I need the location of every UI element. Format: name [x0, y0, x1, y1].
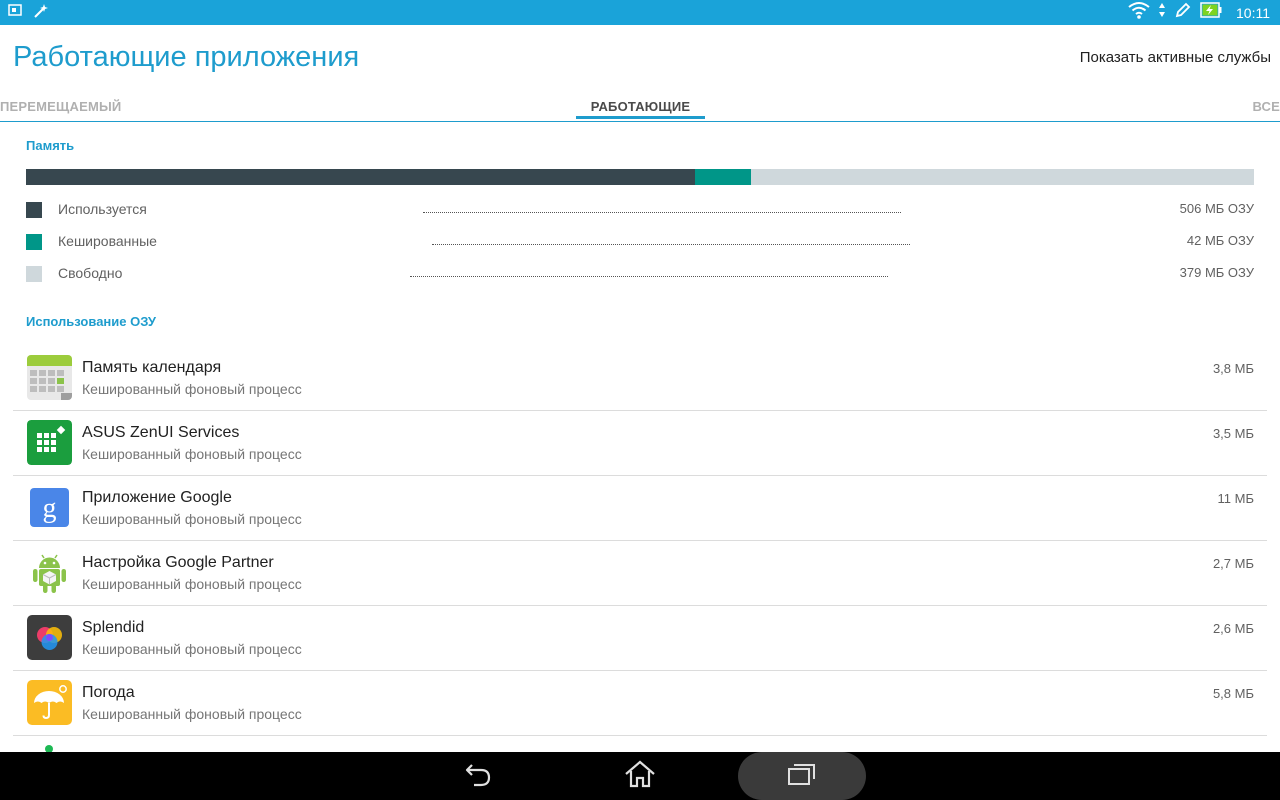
tab-active-indicator	[576, 116, 705, 119]
app-size: 2,6 МБ	[1212, 621, 1254, 636]
list-item[interactable]: ASUS ZenUI Services Кешированный фоновый…	[13, 411, 1267, 476]
app-status: Кешированный фоновый процесс	[82, 641, 302, 657]
list-item[interactable]: g Приложение Google Кешированный фоновый…	[13, 476, 1267, 541]
splendid-icon	[27, 615, 72, 660]
app-list: Память календаря Кешированный фоновый пр…	[13, 346, 1267, 736]
app-status: Кешированный фоновый процесс	[82, 446, 302, 462]
legend-label: Свободно	[58, 265, 123, 281]
legend-used: Используется 506 МБ ОЗУ	[26, 199, 1254, 219]
app-name: Splendid	[82, 619, 145, 636]
memory-bar-cached	[695, 169, 751, 185]
app-name: ASUS ZenUI Services	[82, 424, 240, 441]
page-title: Работающие приложения	[13, 41, 360, 73]
pen-icon	[1174, 1, 1192, 24]
battery-charging-icon	[1200, 2, 1222, 23]
google-app-icon: g	[27, 485, 72, 530]
list-item[interactable]: Погода Кешированный фоновый процесс 5,8 …	[13, 671, 1267, 736]
app-size: 11 МБ	[1217, 491, 1254, 506]
legend-value: 42 МБ ОЗУ	[1186, 233, 1254, 248]
home-icon	[624, 760, 656, 793]
memory-bar-used	[26, 169, 696, 185]
weather-umbrella-icon	[27, 680, 72, 725]
legend-dots	[410, 276, 888, 277]
app-name: Погода	[82, 684, 135, 701]
legend-label: Кешированные	[58, 233, 157, 249]
legend-swatch-cached	[26, 234, 42, 250]
show-active-services-button[interactable]: Показать активные службы	[1080, 49, 1271, 66]
legend-value: 506 МБ ОЗУ	[1179, 201, 1254, 216]
android-partner-icon	[27, 550, 72, 595]
legend-cached: Кешированные 42 МБ ОЗУ	[26, 231, 1254, 251]
app-status: Кешированный фоновый процесс	[82, 511, 302, 527]
app-size: 3,5 МБ	[1212, 426, 1254, 441]
memory-section-title: Память	[26, 138, 75, 153]
app-name: Настройка Google Partner	[82, 554, 274, 571]
tab-all[interactable]: ВСЕ	[1252, 99, 1280, 114]
list-item[interactable]: Память календаря Кешированный фоновый пр…	[13, 346, 1267, 411]
legend-label: Используется	[58, 201, 147, 217]
status-time: 10:11	[1236, 4, 1270, 21]
recent-apps-icon	[787, 762, 817, 791]
legend-dots	[423, 212, 901, 213]
back-button[interactable]	[438, 752, 518, 800]
app-status: Кешированный фоновый процесс	[82, 381, 302, 397]
list-item[interactable]: Splendid Кешированный фоновый процесс 2,…	[13, 606, 1267, 671]
zenui-services-icon	[27, 420, 72, 465]
legend-value: 379 МБ ОЗУ	[1179, 265, 1254, 280]
app-name: Приложение Google	[82, 489, 232, 506]
title-bar: Работающие приложения Показать активные …	[0, 25, 1280, 95]
legend-free: Свободно 379 МБ ОЗУ	[26, 263, 1254, 283]
data-arrows-icon	[1158, 2, 1166, 23]
magic-wand-icon	[32, 3, 48, 24]
list-item[interactable]: Настройка Google Partner Кешированный фо…	[13, 541, 1267, 606]
ram-usage-section-title: Использование ОЗУ	[26, 314, 156, 329]
back-icon	[463, 761, 493, 792]
calendar-storage-icon	[27, 355, 72, 400]
app-status: Кешированный фоновый процесс	[82, 576, 302, 592]
recent-apps-button[interactable]	[762, 752, 842, 800]
screenshot-icon	[8, 3, 22, 24]
wifi-icon	[1128, 1, 1150, 24]
tab-running[interactable]: РАБОТАЮЩИЕ	[576, 99, 705, 114]
legend-swatch-used	[26, 202, 42, 218]
app-size: 2,7 МБ	[1212, 556, 1254, 571]
app-size: 3,8 МБ	[1212, 361, 1254, 376]
app-name: Память календаря	[82, 359, 222, 376]
memory-usage-bar	[26, 169, 1254, 185]
status-bar: 10:11	[0, 0, 1280, 25]
app-size: 5,8 МБ	[1212, 686, 1254, 701]
legend-dots	[432, 244, 910, 245]
legend-swatch-free	[26, 266, 42, 282]
svg-text:g: g	[43, 493, 57, 524]
home-button[interactable]	[600, 752, 680, 800]
navigation-bar	[0, 752, 1280, 800]
tab-movable[interactable]: ПЕРЕМЕЩАЕМЫЙ	[0, 99, 121, 114]
app-status: Кешированный фоновый процесс	[82, 706, 302, 722]
